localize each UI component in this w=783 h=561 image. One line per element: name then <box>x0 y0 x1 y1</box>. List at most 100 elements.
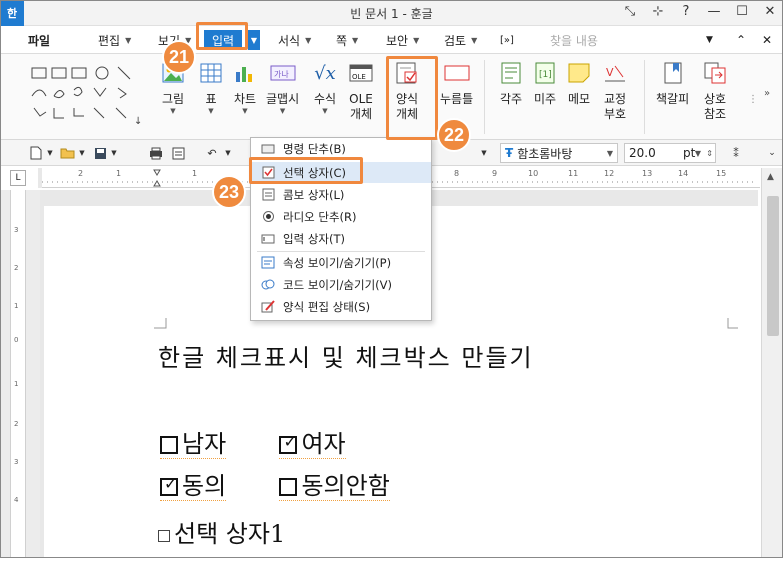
menu-review[interactable]: 검토 ▼ <box>444 30 477 50</box>
svg-text:Ⅴ: Ⅴ <box>606 66 614 79</box>
menu-format[interactable]: 서식 ▼ <box>278 30 311 50</box>
minimize-button[interactable]: — <box>707 4 721 19</box>
wordart-button[interactable]: 가나 글맵시 ▼ <box>266 60 299 115</box>
checkbox-unchecked[interactable] <box>158 530 170 542</box>
shapes-gallery[interactable]: ↓ <box>30 66 142 128</box>
undo-dropdown-icon[interactable]: ▼ <box>218 144 238 162</box>
scrollbar-thumb[interactable] <box>767 196 779 336</box>
bookmark-icon <box>660 60 686 86</box>
toolbar-expand-icon[interactable]: ⌄ <box>762 144 782 162</box>
ole-object-button[interactable]: OLE OLE 개체 <box>348 60 374 122</box>
save-dropdown-icon[interactable]: ▼ <box>104 144 124 162</box>
svg-text:1: 1 <box>192 169 197 178</box>
svg-text:14: 14 <box>678 169 688 178</box>
fullscreen-icon[interactable]: ⤡ <box>623 4 637 19</box>
menu-insert-dropdown[interactable]: ▼ <box>248 30 260 50</box>
highlight-form-object <box>386 56 438 140</box>
font-type-icon: Ŧ <box>505 146 514 160</box>
svg-text:3: 3 <box>14 226 18 234</box>
svg-text:1: 1 <box>14 380 18 388</box>
checkbox-unchecked[interactable] <box>279 478 298 496</box>
svg-text:1: 1 <box>14 302 18 310</box>
svg-text:↓: ↓ <box>134 116 142 127</box>
radio-icon <box>261 210 275 224</box>
menu-item-form-edit[interactable]: 양식 편집 상태(S) <box>251 296 431 317</box>
endnote-button[interactable]: [1] 미주 <box>532 60 558 107</box>
svg-text:9: 9 <box>492 169 497 178</box>
preview-icon[interactable] <box>168 144 188 162</box>
collapse-ribbon-icon[interactable]: ⌃ <box>736 30 746 50</box>
maximize-button[interactable]: ☐ <box>735 4 749 19</box>
menu-item-combobox[interactable]: 콤보 상자(L) <box>251 184 431 205</box>
close-button[interactable]: ✕ <box>763 4 777 19</box>
checkbox-row-1: 남자 ✓ 여자 <box>160 424 346 459</box>
search-input[interactable]: 찾을 내용 <box>540 30 720 50</box>
form-checkbox[interactable]: ✓ 동의 <box>160 472 227 501</box>
cross-reference-button[interactable]: 상호 참조 <box>702 60 728 122</box>
menu-item-show-code[interactable]: 코드 보이기/숨기기(V) <box>251 274 431 295</box>
menu-item-textbox[interactable]: 입력 상자(T) <box>251 228 431 249</box>
open-dropdown-icon[interactable]: ▼ <box>72 144 92 162</box>
size-up-icon[interactable]: ⁑ <box>726 144 746 162</box>
form-checkbox[interactable]: 남자 <box>160 430 227 459</box>
equation-button[interactable]: √x 수식 ▼ <box>312 60 338 116</box>
svg-text:가나: 가나 <box>274 70 289 79</box>
search-dropdown-icon[interactable]: ▼ <box>706 30 713 50</box>
form-checkbox[interactable]: 동의안함 <box>279 472 390 501</box>
svg-text:2: 2 <box>14 420 18 428</box>
svg-text:OLE: OLE <box>352 73 366 81</box>
menu-item-command-button[interactable]: 명령 단추(B) <box>251 138 431 159</box>
ribbon-more-icon[interactable]: ⋮ <box>748 94 758 105</box>
new-dropdown-icon[interactable]: ▼ <box>40 144 60 162</box>
memo-button[interactable]: 메모 <box>566 60 592 107</box>
svg-text:4: 4 <box>14 496 19 504</box>
form-checkbox[interactable]: ✓ 여자 <box>279 430 346 459</box>
endnote-icon: [1] <box>532 60 558 86</box>
checkbox-checked[interactable]: ✓ <box>279 432 298 454</box>
svg-text:12: 12 <box>604 169 614 178</box>
ribbon-toggle-icon[interactable]: ⊹ <box>651 4 665 19</box>
footnote-icon <box>498 60 524 86</box>
check-mark-icon: ✓ <box>164 474 178 493</box>
ruler-corner-icon[interactable]: L <box>10 170 26 186</box>
menu-item-radio[interactable]: 라디오 단추(R) <box>251 206 431 227</box>
style-dropdown-icon[interactable]: ▼ <box>474 144 494 162</box>
table-button[interactable]: 표 ▼ <box>198 60 224 115</box>
textbox-icon <box>261 232 275 246</box>
equation-icon: √x <box>314 62 336 84</box>
checkbox-row-2: ✓ 동의 동의안함 <box>160 466 390 501</box>
menu-security[interactable]: 보안 ▼ <box>386 30 419 50</box>
font-size-input[interactable]: 20.0 pt ▼ ⇕ <box>624 143 716 163</box>
bookmark-button[interactable]: 책갈피 <box>656 60 689 107</box>
check-mark-icon: ✓ <box>283 432 297 451</box>
svg-text:[1]: [1] <box>539 70 552 80</box>
checkbox-checked[interactable]: ✓ <box>160 474 178 496</box>
vertical-ruler[interactable]: 3 2 1 0 1 2 3 4 <box>10 190 26 558</box>
footnote-button[interactable]: 각주 <box>498 60 524 107</box>
ole-icon: OLE <box>348 60 374 86</box>
checkbox-unchecked[interactable] <box>160 436 178 454</box>
menu-page[interactable]: 쪽 ▼ <box>336 30 358 50</box>
chart-button[interactable]: 차트 ▼ <box>232 60 258 115</box>
ribbon-expand-icon[interactable]: » <box>764 88 770 99</box>
proof-mark-button[interactable]: Ⅴ 교정 부호 <box>602 60 628 122</box>
menu-item-show-properties[interactable]: 속성 보이기/숨기기(P) <box>251 252 431 273</box>
svg-text:3: 3 <box>14 458 18 466</box>
more-menus-icon[interactable]: [»] <box>500 30 514 50</box>
new-checkbox-object[interactable]: 선택 상자1 <box>158 514 285 549</box>
step-badge: 23 <box>212 175 246 209</box>
help-icon[interactable]: ? <box>679 4 693 19</box>
document-heading: 한글 체크표시 및 체크박스 만들기 <box>158 344 534 372</box>
field-button[interactable]: 누름틀 <box>440 60 473 107</box>
memo-icon <box>566 60 592 86</box>
font-name-select[interactable]: Ŧ 함초롬바탕 ▼ <box>500 143 618 163</box>
code-icon <box>261 278 275 292</box>
print-icon[interactable] <box>146 144 166 162</box>
svg-text:2: 2 <box>78 169 83 178</box>
menu-edit[interactable]: 편집 ▼ <box>98 30 131 50</box>
menu-file[interactable]: 파일 <box>28 30 50 50</box>
scroll-up-icon[interactable]: ▲ <box>767 172 774 182</box>
chart-icon <box>232 60 258 86</box>
close-document-icon[interactable]: ✕ <box>762 30 772 50</box>
svg-text:1: 1 <box>116 169 121 178</box>
